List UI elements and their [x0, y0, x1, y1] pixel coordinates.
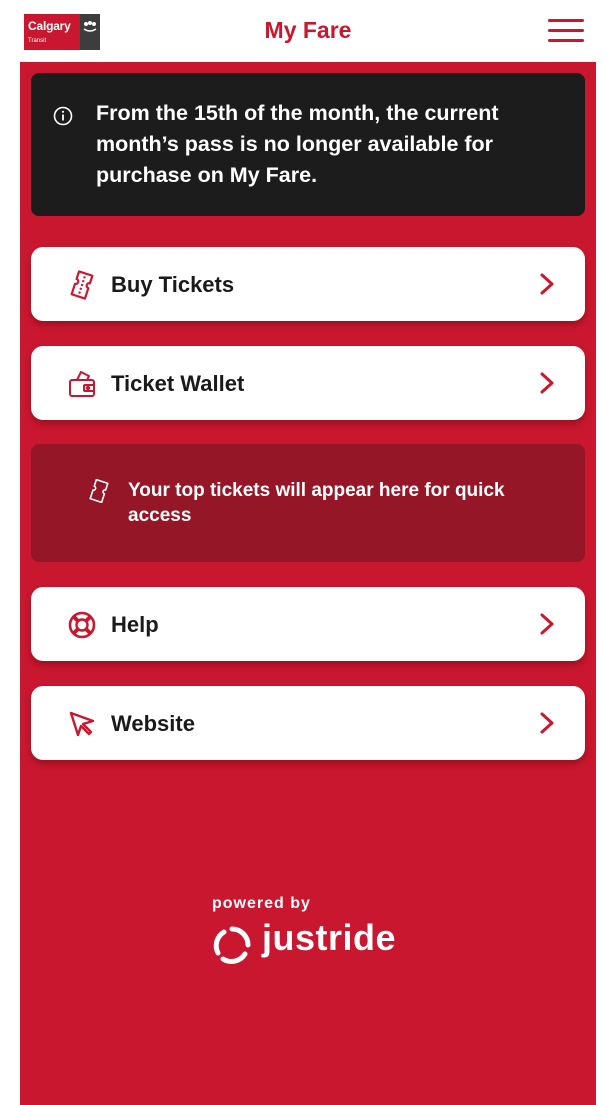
help-label: Help — [111, 612, 159, 637]
justride-logo: justride — [212, 917, 432, 967]
notice-banner: From the 15th of the month, the current … — [31, 73, 585, 216]
chevron-right-icon — [540, 712, 554, 734]
ticket-wallet-button[interactable]: Ticket Wallet — [31, 346, 585, 420]
info-icon — [53, 106, 73, 126]
page-title: My Fare — [264, 17, 352, 43]
website-label: Website — [111, 711, 195, 736]
chevron-right-icon — [540, 613, 554, 635]
app-screen: Calgary Transit My Fare From the 15th of… — [20, 0, 596, 1105]
buy-tickets-label: Buy Tickets — [111, 272, 235, 297]
ticket-icon — [89, 479, 109, 503]
top-tickets-panel: Your top tickets will appear here for qu… — [31, 444, 585, 562]
website-button[interactable]: Website — [31, 686, 585, 760]
justride-mark-icon — [213, 926, 251, 964]
buy-tickets-button[interactable]: Buy Tickets — [31, 247, 585, 321]
wallet-icon — [69, 371, 95, 397]
app-header: Calgary Transit My Fare — [20, 0, 596, 62]
hamburger-menu-icon[interactable] — [548, 19, 584, 43]
ticket-wallet-label: Ticket Wallet — [111, 371, 245, 396]
lifebuoy-icon — [68, 611, 96, 639]
chevron-right-icon — [540, 372, 554, 394]
powered-by-label: powered by — [212, 895, 311, 912]
chevron-right-icon — [540, 273, 554, 295]
top-tickets-message: Your top tickets will appear here for qu… — [128, 480, 505, 526]
ticket-icon — [70, 270, 94, 300]
cursor-arrow-icon — [69, 711, 95, 737]
justride-wordmark: justride — [262, 917, 397, 958]
help-button[interactable]: Help — [31, 587, 585, 661]
notice-text: From the 15th of the month, the current … — [96, 101, 499, 187]
